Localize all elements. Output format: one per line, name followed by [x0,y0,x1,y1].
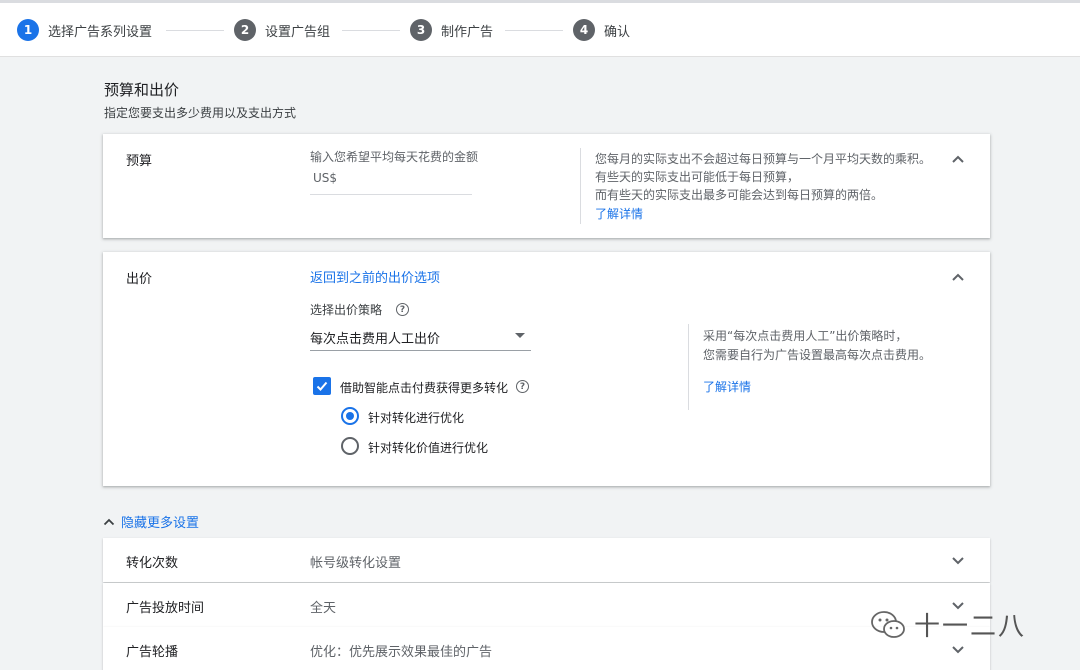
budget-input[interactable]: US$ [313,171,337,185]
wechat-icon [871,610,905,638]
budget-label: 预算 [126,154,153,169]
bidding-label: 出价 [126,272,153,287]
step-connector [342,30,400,31]
bid-strategy-select[interactable]: 每次点击费用人工出价 [310,328,440,347]
radio-optimize-conversions-label: 针对转化进行优化 [368,411,465,425]
step-connector [505,30,563,31]
bid-strategy-label: 选择出价策略 [310,303,383,317]
checkmark-icon [316,381,328,391]
budget-input-underline [310,194,472,195]
settings-row-ad-schedule[interactable]: 广告投放时间 全天 [103,583,990,627]
campaign-stepper: 1 选择广告系列设置 2 设置广告组 3 制作广告 4 确认 [0,3,1080,57]
budget-card: 预算 输入您希望平均每天花费的金额 US$ 您每月的实际支出不会超过每日预算与一… [103,134,990,238]
radio-optimize-conversion-value-label: 针对转化价值进行优化 [368,441,489,455]
step-label: 确认 [604,24,631,40]
chevron-down-icon[interactable] [951,645,965,655]
row-label: 广告投放时间 [126,601,205,616]
step-campaign-settings[interactable]: 1 选择广告系列设置 [17,18,152,42]
row-label: 广告轮播 [126,645,179,660]
chevron-up-icon[interactable] [951,272,965,282]
step-number: 4 [573,19,595,41]
row-value: 全天 [310,601,337,616]
step-number: 1 [17,19,39,41]
step-ad-group[interactable]: 2 设置广告组 [234,18,330,42]
step-number: 2 [234,19,256,41]
settings-row-conversions[interactable]: 转化次数 帐号级转化设置 [103,538,990,582]
row-label: 转化次数 [126,556,179,571]
back-to-bid-options-link[interactable]: 返回到之前的出价选项 [310,267,440,286]
watermark: 十一二八 [870,606,1026,643]
hide-more-settings-toggle[interactable]: 隐藏更多设置 [103,512,199,531]
chevron-up-icon [103,518,115,525]
bidding-card: 出价 返回到之前的出价选项 选择出价策略 ? 每次点击费用人工出价 借助智能点击… [103,252,990,486]
budget-learn-more-link[interactable]: 了解详情 [595,205,643,222]
watermark-text: 十一二八 [914,612,1027,642]
step-connector [166,30,224,31]
bid-strategy-underline [310,350,531,351]
chevron-down-icon[interactable] [951,556,965,566]
settings-row-ad-rotation[interactable]: 广告轮播 优化：优先展示效果最佳的广告 [103,627,990,670]
step-label: 制作广告 [441,24,494,40]
bidding-learn-more-link[interactable]: 了解详情 [703,378,751,395]
info-divider [688,324,689,410]
step-create-ads[interactable]: 3 制作广告 [410,18,493,42]
row-value: 优化：优先展示效果最佳的广告 [310,645,493,660]
step-label: 选择广告系列设置 [48,24,153,40]
budget-info-line: 有些天的实际支出可能低于每日预算， [595,170,800,184]
budget-input-prompt: 输入您希望平均每天花费的金额 [310,150,479,164]
enhanced-cpc-checkbox[interactable] [313,377,331,395]
step-confirm[interactable]: 4 确认 [573,18,630,42]
section-title: 预算和出价 [104,81,180,99]
budget-info-line: 而有些天的实际支出最多可能会达到每日预算的两倍。 [595,188,884,202]
radio-optimize-conversion-value[interactable] [341,437,359,455]
step-number: 3 [410,19,432,41]
chevron-up-icon[interactable] [951,154,965,164]
hide-more-settings-label: 隐藏更多设置 [121,516,200,531]
bidding-info-line: 采用“每次点击费用人工”出价策略时， [703,329,908,343]
radio-optimize-conversions[interactable] [341,407,359,425]
help-icon[interactable]: ? [516,380,529,393]
enhanced-cpc-label: 借助智能点击付费获得更多转化 [340,381,509,395]
help-icon[interactable]: ? [396,303,409,316]
section-subtitle: 指定您要支出多少费用以及支出方式 [104,106,297,120]
dropdown-arrow-icon[interactable] [515,333,525,338]
info-divider [580,148,581,224]
bidding-info-line: 您需要自行为广告设置最高每次点击费用。 [703,348,932,362]
row-value: 帐号级转化设置 [310,556,402,571]
budget-info-line: 您每月的实际支出不会超过每日预算与一个月平均天数的乘积。 [595,152,932,166]
step-label: 设置广告组 [265,24,331,40]
